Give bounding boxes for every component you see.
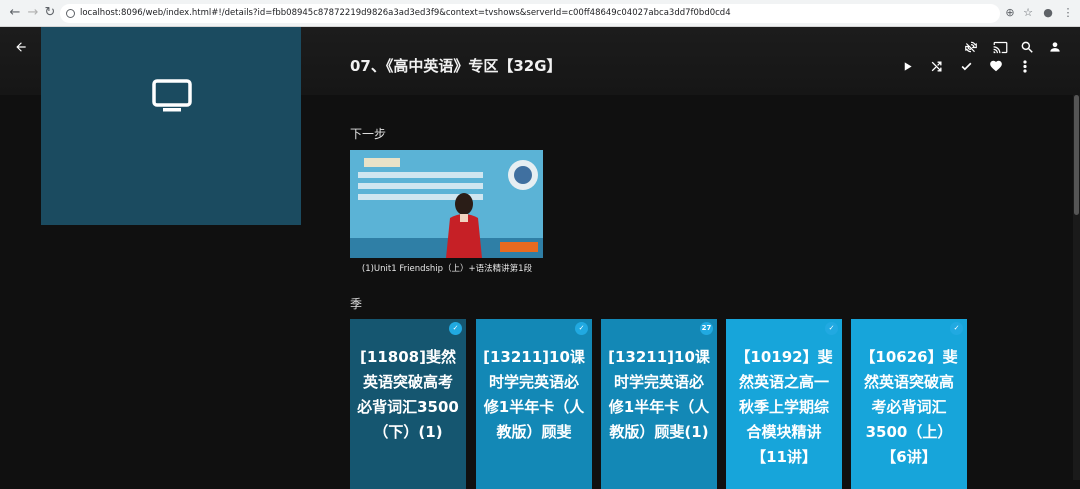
episode-thumbnail <box>350 150 543 258</box>
season-title: [13211]10课时学完英语必修1半年卡（人教版）顾斐 <box>483 348 585 441</box>
address-bar[interactable]: localhost:8096/web/index.html#!/details?… <box>60 4 1000 23</box>
more-icon[interactable] <box>1015 56 1035 76</box>
info-icon[interactable] <box>66 9 75 18</box>
address-text: localhost:8096/web/index.html#!/details?… <box>80 8 731 18</box>
profile-icon[interactable]: ● <box>1040 5 1056 21</box>
back-arrow-icon[interactable] <box>9 35 33 59</box>
user-icon[interactable] <box>1043 35 1067 59</box>
browser-back-icon[interactable]: ← <box>6 4 24 22</box>
season-title: 【10626】斐然英语突破高考必背词汇3500（上）【6讲】 <box>860 348 958 466</box>
next-up-episode-card[interactable] <box>350 150 543 258</box>
watched-check-icon: ✓ <box>950 322 963 335</box>
browser-reload-icon[interactable]: ↻ <box>41 4 59 22</box>
season-title: 【10192】斐然英语之高一秋季上学期综合模块精讲【11讲】 <box>735 348 833 466</box>
tv-icon <box>152 79 192 112</box>
next-up-heading: 下一步 <box>350 127 387 141</box>
season-title: [11808]斐然英语突破高考必背词汇3500（下）(1) <box>357 348 459 441</box>
watched-check-icon: ✓ <box>825 322 838 335</box>
seasons-heading: 季 <box>350 297 363 311</box>
browser-toolbar: ← → ↻ localhost:8096/web/index.html#!/de… <box>0 0 1080 27</box>
browser-menu-icon[interactable]: ⋮ <box>1060 5 1076 21</box>
watched-check-icon: ✓ <box>575 322 588 335</box>
season-card[interactable]: [13211]10课时学完英语必修1半年卡（人教版）顾斐(1) 27 <box>601 319 717 489</box>
season-card[interactable]: [11808]斐然英语突破高考必背词汇3500（下）(1) ✓ <box>350 319 466 489</box>
check-icon[interactable] <box>956 56 976 76</box>
browser-forward-icon[interactable]: → <box>24 4 42 22</box>
watched-check-icon: ✓ <box>449 322 462 335</box>
season-card[interactable]: 【10192】斐然英语之高一秋季上学期综合模块精讲【11讲】 ✓ <box>726 319 842 489</box>
page-scrollbar[interactable] <box>1073 95 1080 480</box>
season-title: [13211]10课时学完英语必修1半年卡（人教版）顾斐(1) <box>608 348 710 441</box>
bookmark-star-icon[interactable]: ☆ <box>1020 5 1036 21</box>
season-card[interactable]: 【10626】斐然英语突破高考必背词汇3500（上）【6讲】 ✓ <box>851 319 967 489</box>
season-card[interactable]: [13211]10课时学完英语必修1半年卡（人教版）顾斐 ✓ <box>476 319 592 489</box>
play-icon[interactable] <box>897 56 917 76</box>
heart-icon[interactable] <box>986 56 1006 76</box>
series-poster <box>41 27 301 225</box>
unwatched-count-badge: 27 <box>700 322 713 335</box>
page-title: 07、《高中英语》专区【32G】 <box>350 57 562 75</box>
next-up-caption: (1)Unit1 Friendship（上）+语法精讲第1段 <box>361 264 533 274</box>
reload-lens-icon[interactable]: ⊕ <box>1002 5 1018 21</box>
scrollbar-thumb[interactable] <box>1074 95 1079 215</box>
shuffle-icon[interactable] <box>926 56 946 76</box>
